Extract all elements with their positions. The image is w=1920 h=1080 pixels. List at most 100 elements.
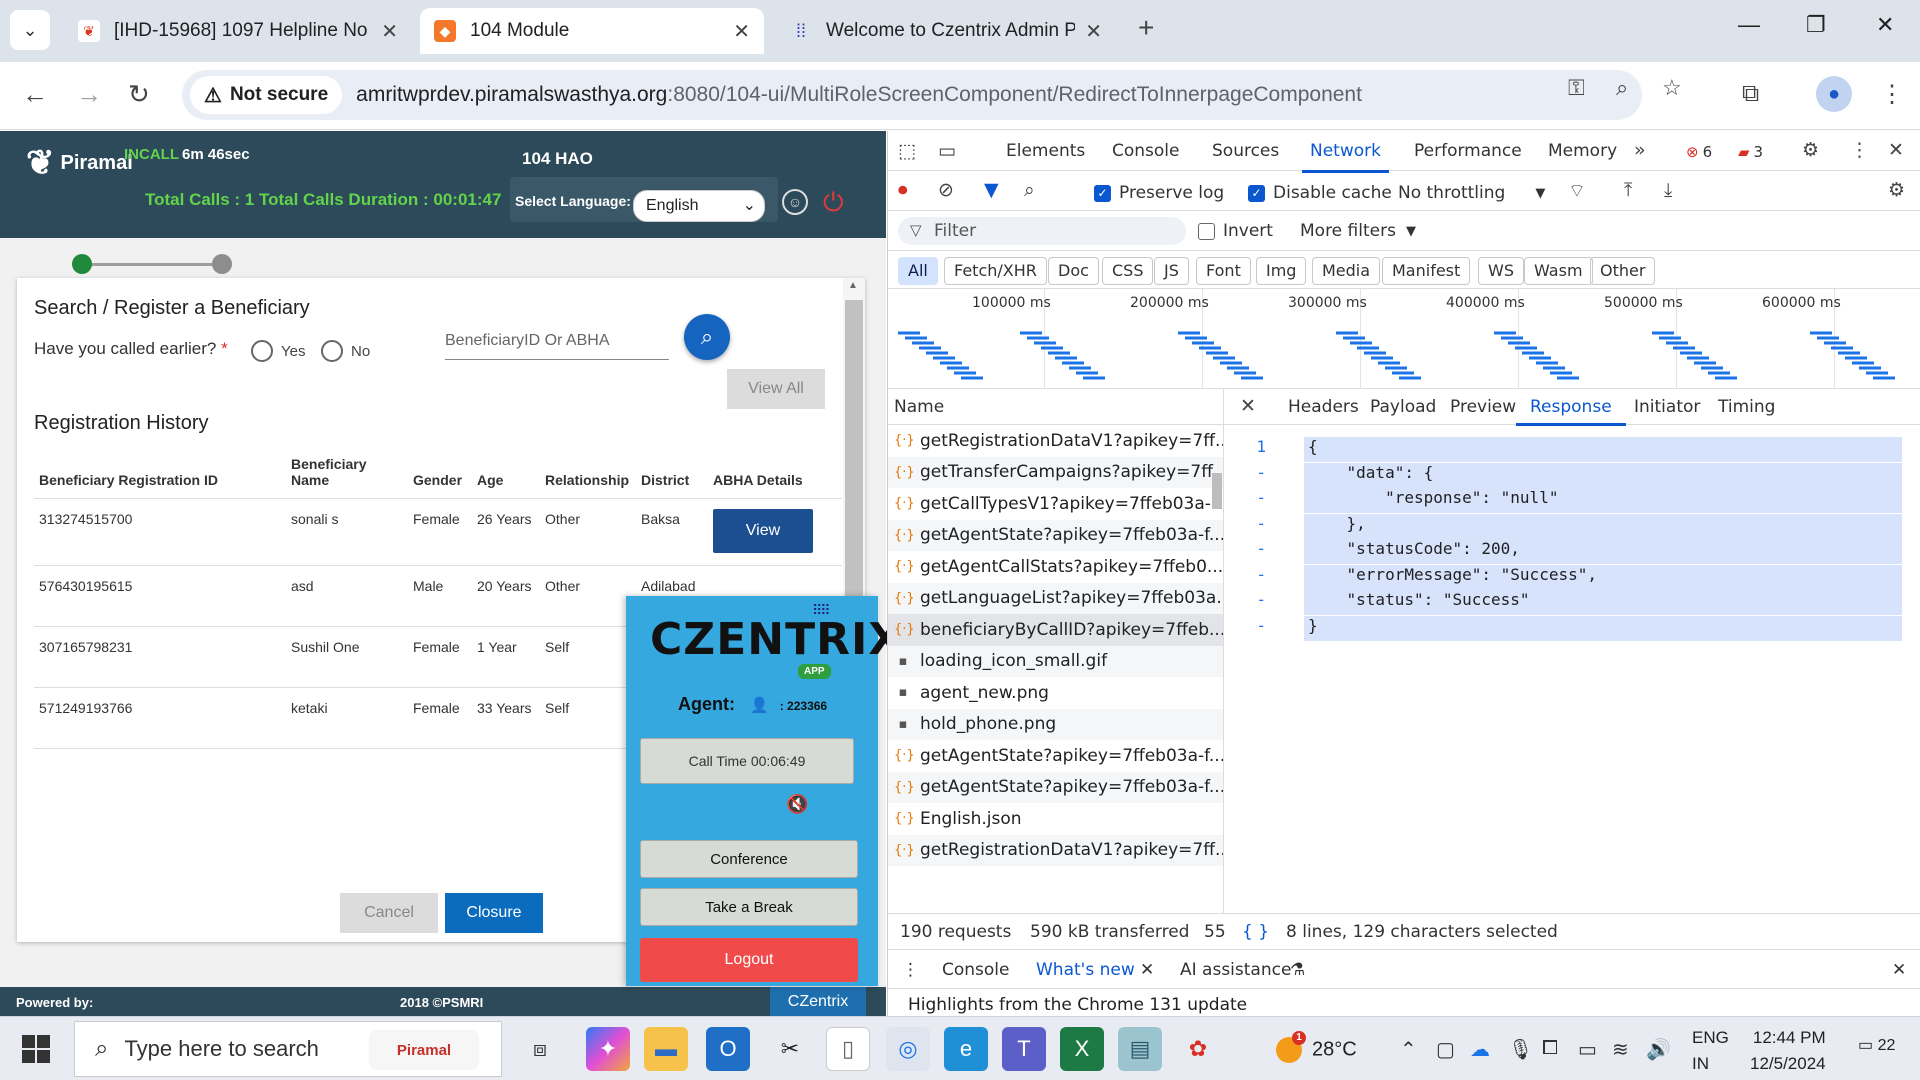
meet-icon[interactable]: ▢: [1436, 1037, 1455, 1062]
record-stop-icon[interactable]: ⏺: [898, 179, 908, 201]
czentrix-logout-button[interactable]: Logout: [640, 938, 858, 982]
request-row[interactable]: {·} beneficiaryByCallID?apikey=7ffeb...: [888, 614, 1223, 646]
notification-center[interactable]: ▭ 22: [1858, 1035, 1895, 1055]
windows-start-icon[interactable]: [22, 1035, 50, 1063]
close-devtools-icon[interactable]: ✕: [1888, 139, 1904, 161]
drawer-menu-icon[interactable]: ⋮: [902, 960, 919, 980]
type-doc[interactable]: Doc: [1048, 257, 1099, 285]
request-row[interactable]: {·} getRegistrationDataV1?apikey=7ff...: [888, 834, 1223, 866]
detail-tab-initiator[interactable]: Initiator: [1634, 397, 1700, 417]
close-tab-icon[interactable]: ✕: [733, 19, 750, 44]
omnibox[interactable]: ⚠ Not secure amritwprdev.piramalswasthya…: [182, 70, 1642, 120]
detail-tab-preview[interactable]: Preview: [1450, 397, 1516, 417]
excel-icon[interactable]: X: [1060, 1027, 1104, 1071]
view-all-button[interactable]: View All: [727, 369, 825, 409]
pretty-print-braces-icon[interactable]: { }: [1242, 922, 1269, 942]
close-window-icon[interactable]: ✕: [1876, 12, 1894, 38]
request-row[interactable]: {·} getLanguageList?apikey=7ffeb03a...: [888, 582, 1223, 614]
microphone-icon[interactable]: 🎙: [1508, 1037, 1533, 1062]
type-js[interactable]: JS: [1154, 257, 1189, 285]
tab-ihd-ticket[interactable]: ❦ [IHD-15968] 1097 Helpline No c ✕: [64, 8, 412, 54]
disable-cache-checkbox[interactable]: ✓ Disable cache: [1248, 183, 1392, 203]
request-row[interactable]: ▪ loading_icon_small.gif: [888, 645, 1223, 677]
password-key-icon[interactable]: ⚿: [1568, 75, 1585, 101]
type-other[interactable]: Other: [1590, 257, 1656, 285]
request-row[interactable]: {·} getAgentState?apikey=7ffeb03a-f...: [888, 771, 1223, 803]
devtools-menu-icon[interactable]: ⋮: [1850, 139, 1869, 161]
more-tabs-chevron-icon[interactable]: »: [1634, 139, 1646, 161]
battery-icon[interactable]: ▭: [1578, 1037, 1597, 1062]
filter-input[interactable]: ▽ Filter: [898, 217, 1186, 245]
export-har-icon[interactable]: ⤓: [1664, 179, 1672, 201]
drawer-tab-console[interactable]: Console: [942, 960, 1010, 980]
drawer-tab-ai-assistance[interactable]: AI assistance: [1180, 960, 1291, 980]
outlook-icon[interactable]: O: [706, 1027, 750, 1071]
type-media[interactable]: Media: [1312, 257, 1381, 285]
url-text[interactable]: amritwprdev.piramalswasthya.org:8080/104…: [356, 83, 1362, 107]
back-arrow-icon[interactable]: ←: [22, 79, 48, 110]
wifi-icon[interactable]: ≋: [1612, 1037, 1629, 1062]
power-logout-icon[interactable]: ⏻: [823, 187, 844, 219]
volume-icon[interactable]: 🔊: [1646, 1037, 1671, 1062]
radio-yes[interactable]: Yes: [251, 340, 305, 362]
scroll-up-icon[interactable]: ▲: [848, 280, 858, 291]
type-css[interactable]: CSS: [1102, 257, 1154, 285]
import-har-icon[interactable]: ⤒: [1624, 179, 1632, 201]
chrome-icon[interactable]: ◎: [886, 1027, 930, 1071]
request-row[interactable]: {·} English.json: [888, 803, 1223, 835]
chrome-menu-icon[interactable]: ⋮: [1880, 80, 1904, 109]
security-chip[interactable]: ⚠ Not secure: [190, 76, 343, 114]
copilot-icon[interactable]: ✦: [586, 1027, 630, 1071]
tab-memory[interactable]: Memory: [1548, 141, 1617, 161]
request-row[interactable]: {·} getAgentState?apikey=7ffeb03a-f...: [888, 740, 1223, 772]
tab-elements[interactable]: Elements: [1006, 141, 1085, 161]
notes-icon[interactable]: ▤: [1118, 1027, 1162, 1071]
snip-app-icon[interactable]: ✿: [1176, 1027, 1220, 1071]
teams-icon[interactable]: T: [1002, 1027, 1046, 1071]
search-button[interactable]: ⌕: [684, 314, 730, 360]
close-tab-icon[interactable]: ✕: [1085, 19, 1102, 44]
network-settings-gear-icon[interactable]: ⚙: [1888, 179, 1905, 201]
minimize-icon[interactable]: —: [1738, 12, 1760, 38]
type-font[interactable]: Font: [1196, 257, 1251, 285]
edge-icon[interactable]: e: [944, 1027, 988, 1071]
request-row[interactable]: ▪ hold_phone.png: [888, 708, 1223, 740]
type-ws[interactable]: WS: [1478, 257, 1524, 285]
user-profile-icon[interactable]: ☺: [782, 189, 808, 215]
mute-speaker-icon[interactable]: 🔇: [786, 794, 808, 815]
type-manifest[interactable]: Manifest: [1382, 257, 1471, 285]
type-all[interactable]: All: [898, 257, 938, 285]
task-view-icon[interactable]: ⧈: [518, 1027, 562, 1071]
bookmark-star-icon[interactable]: ☆: [1662, 75, 1682, 101]
take-break-button[interactable]: Take a Break: [640, 888, 858, 926]
type-wasm[interactable]: Wasm: [1524, 257, 1593, 285]
tab-search-chevron-icon[interactable]: ⌄: [10, 10, 50, 50]
settings-gear-icon[interactable]: ⚙: [1802, 139, 1819, 161]
clear-log-icon[interactable]: ⊘: [938, 179, 954, 201]
extensions-puzzle-icon[interactable]: ⧉: [1742, 80, 1759, 108]
language-select[interactable]: English ⌄: [633, 190, 765, 222]
tray-chevron-icon[interactable]: ⌃: [1400, 1037, 1417, 1062]
closure-button[interactable]: Closure: [445, 893, 543, 933]
czentrix-toggle-button[interactable]: CZentrix: [770, 987, 866, 1016]
network-conditions-icon[interactable]: ⌔: [1568, 179, 1586, 203]
cancel-button[interactable]: Cancel: [340, 893, 438, 933]
device-toolbar-icon[interactable]: ▭: [938, 140, 956, 162]
request-row[interactable]: {·} getRegistrationDataV1?apikey=7ff...: [888, 425, 1223, 457]
forward-arrow-icon[interactable]: →: [76, 79, 102, 110]
profile-avatar-icon[interactable]: ●: [1816, 76, 1852, 112]
detail-tab-headers[interactable]: Headers: [1288, 397, 1359, 417]
response-viewer[interactable]: 1{- "data": {- "response": "null" - }, - "…: [1224, 425, 1920, 913]
request-row[interactable]: ▪ agent_new.png: [888, 677, 1223, 709]
restore-icon[interactable]: ❐: [1806, 12, 1826, 38]
display-icon[interactable]: ⧠: [1542, 1037, 1558, 1060]
view-abha-button[interactable]: View: [713, 509, 813, 553]
filter-funnel-icon[interactable]: ▼: [984, 179, 999, 201]
warning-count-badge[interactable]: ▰ 3: [1738, 143, 1763, 161]
request-row[interactable]: {·} getAgentState?apikey=7ffeb03a-f...: [888, 519, 1223, 551]
close-drawer-tab-icon[interactable]: ✕: [1140, 960, 1154, 980]
type-img[interactable]: Img: [1256, 257, 1307, 285]
reload-icon[interactable]: ↻: [128, 79, 150, 110]
file-explorer-icon[interactable]: ▬: [644, 1027, 688, 1071]
tab-sources[interactable]: Sources: [1212, 141, 1279, 161]
